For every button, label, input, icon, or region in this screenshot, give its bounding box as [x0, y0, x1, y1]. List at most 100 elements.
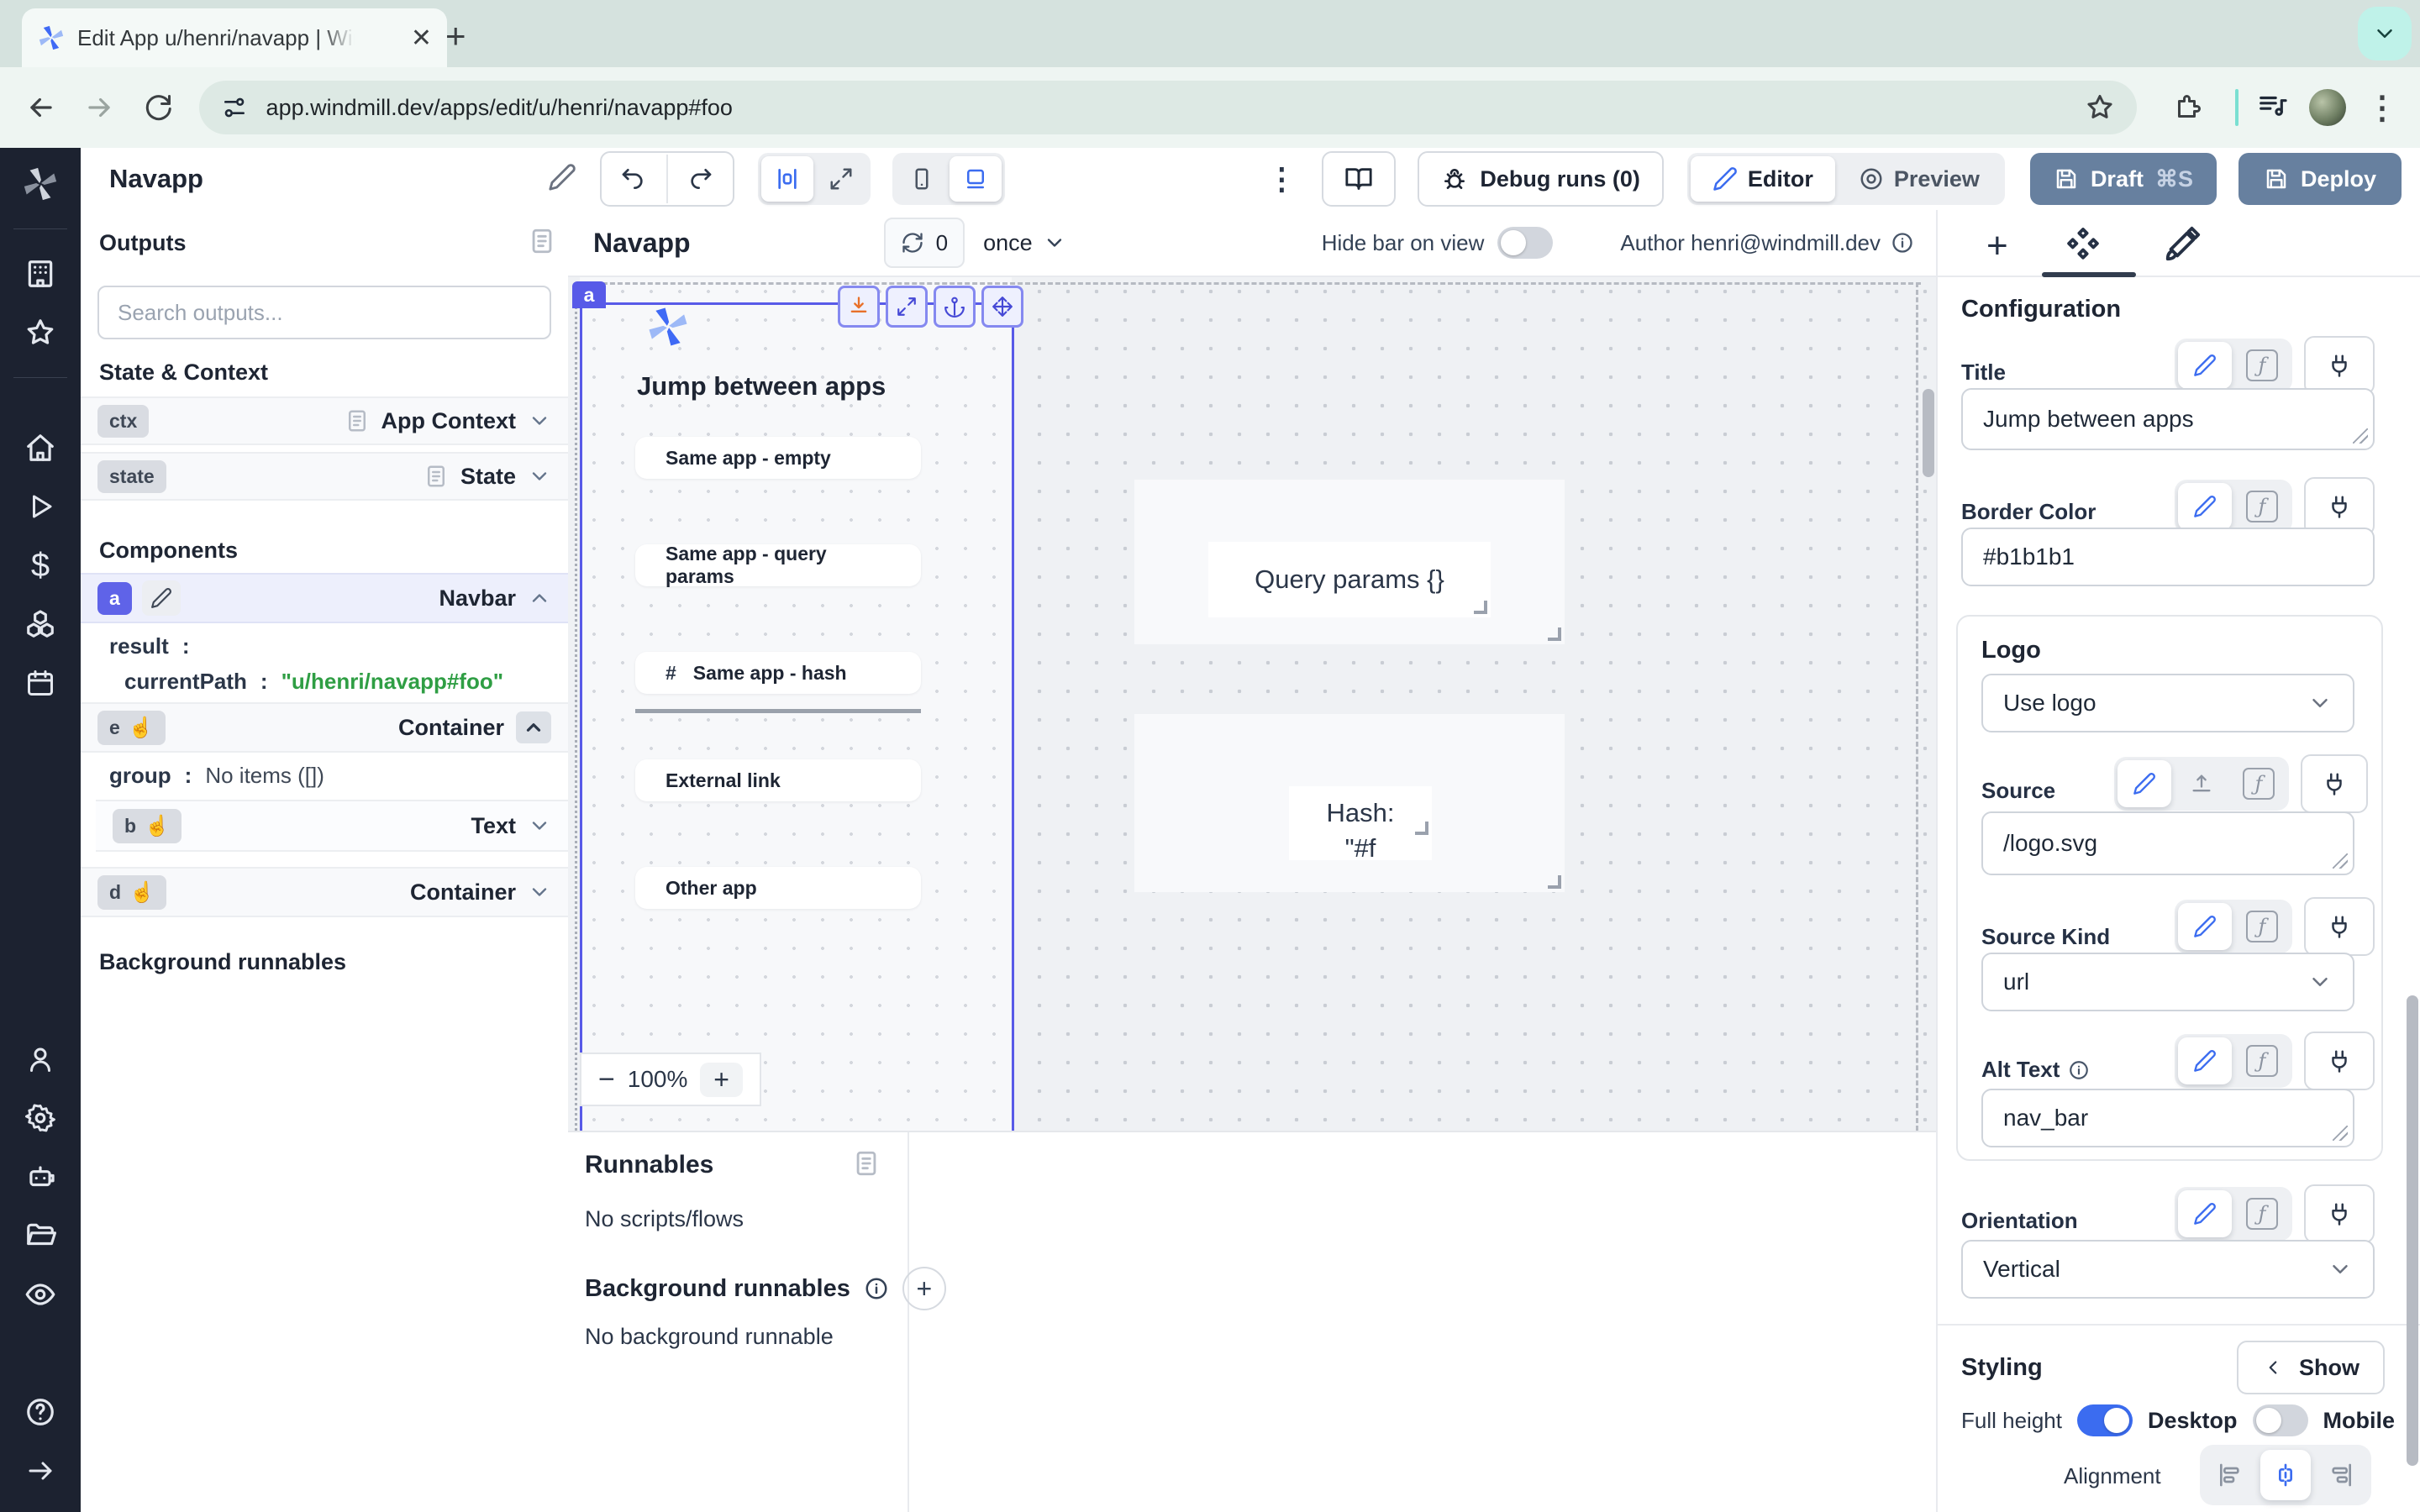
full-height-toggle[interactable]: [2077, 1404, 2133, 1436]
logs-doc-icon[interactable]: [852, 1149, 881, 1182]
docs-book-button[interactable]: [1322, 151, 1396, 207]
currentpath-row[interactable]: currentPath : "u/henri/navapp#foo": [124, 669, 503, 695]
connect-plug-icon[interactable]: [2304, 897, 2375, 956]
logo-select[interactable]: Use logo: [1981, 674, 2354, 732]
component-settings-tab-icon[interactable]: [2064, 225, 2102, 268]
expand-rail-arrow-icon[interactable]: [0, 1441, 81, 1500]
component-a-tag[interactable]: a: [572, 281, 606, 308]
fx-expression-icon[interactable]: ƒ: [2232, 760, 2286, 807]
desktop-view-icon[interactable]: [950, 156, 1002, 202]
home-icon[interactable]: [0, 418, 81, 477]
fullscreen-handle-icon[interactable]: [886, 286, 928, 328]
mobile-view-icon[interactable]: [896, 156, 948, 202]
doc-icon[interactable]: [424, 464, 449, 489]
anchor-handle-icon[interactable]: [934, 286, 976, 328]
folders-icon[interactable]: [0, 1206, 81, 1265]
nav-item-other-app[interactable]: Other app: [635, 867, 921, 909]
audit-eye-icon[interactable]: [0, 1265, 81, 1324]
hand-pointer-icon[interactable]: ☝: [129, 880, 155, 905]
hash-text-component[interactable]: Hash: "#f: [1289, 786, 1432, 860]
extensions-icon[interactable]: [2159, 92, 2217, 123]
connect-plug-icon[interactable]: [2304, 1184, 2375, 1243]
app-canvas[interactable]: a Jump between apps Same app - empty Sam…: [568, 277, 1936, 1131]
hash-container[interactable]: Hash: "#f: [1134, 714, 1565, 892]
schedules-calendar-icon[interactable]: [0, 654, 81, 712]
deploy-button[interactable]: Deploy: [2238, 153, 2402, 205]
static-pencil-icon[interactable]: [2178, 342, 2232, 389]
site-settings-icon[interactable]: [221, 94, 248, 121]
logs-doc-icon[interactable]: [528, 227, 556, 260]
component-row-navbar[interactable]: a Navbar: [81, 573, 568, 623]
tab-close-icon[interactable]: ✕: [411, 24, 432, 53]
nav-item-external-link[interactable]: External link: [635, 759, 921, 801]
connect-plug-icon[interactable]: [2304, 336, 2375, 395]
debug-runs-button[interactable]: Debug runs (0): [1418, 151, 1664, 207]
undo-icon[interactable]: [602, 165, 666, 192]
fx-expression-icon[interactable]: ƒ: [2235, 483, 2289, 530]
border-color-input[interactable]: #b1b1b1: [1961, 528, 2375, 586]
group-row[interactable]: group : No items ([]): [109, 763, 324, 789]
tab-editor[interactable]: Editor: [1691, 156, 1835, 202]
static-pencil-icon[interactable]: [2178, 483, 2232, 530]
static-pencil-icon[interactable]: [2178, 1190, 2232, 1237]
info-icon[interactable]: [2068, 1059, 2090, 1081]
insert-component-tab-plus-icon[interactable]: +: [1986, 225, 2008, 267]
center-panel-icon[interactable]: [761, 156, 813, 202]
bookmark-star-icon[interactable]: [2085, 92, 2115, 123]
runs-icon[interactable]: [0, 477, 81, 536]
new-tab-button[interactable]: +: [445, 18, 466, 54]
media-controls-icon[interactable]: [2257, 90, 2289, 126]
info-icon[interactable]: [1891, 231, 1914, 255]
chevron-down-icon[interactable]: [528, 465, 551, 488]
help-icon[interactable]: [0, 1383, 81, 1441]
rename-pencil-icon[interactable]: [548, 163, 576, 196]
upload-icon[interactable]: [2175, 760, 2228, 807]
hand-pointer-icon[interactable]: ☝: [129, 716, 154, 740]
chevron-down-icon[interactable]: [528, 409, 551, 433]
connect-plug-icon[interactable]: [2301, 754, 2368, 813]
tab-search-chevron-icon[interactable]: [2358, 7, 2412, 60]
variables-icon[interactable]: $: [0, 536, 81, 595]
settings-gear-icon[interactable]: [0, 1089, 81, 1147]
collapse-button[interactable]: [516, 711, 551, 743]
nav-item-same-app-hash[interactable]: # Same app - hash: [635, 652, 921, 694]
connect-plug-icon[interactable]: [2304, 1032, 2375, 1090]
move-handle-icon[interactable]: [981, 286, 1023, 328]
settings-scrollbar[interactable]: [2407, 995, 2418, 1466]
refresh-count-button[interactable]: 0: [884, 218, 965, 268]
query-params-container[interactable]: Query params {}: [1134, 480, 1565, 644]
alt-text-input[interactable]: nav_bar: [1981, 1089, 2354, 1147]
static-pencil-icon[interactable]: [2118, 760, 2171, 807]
orientation-select[interactable]: Vertical: [1961, 1240, 2375, 1299]
chevron-down-icon[interactable]: [528, 814, 551, 837]
align-center-icon[interactable]: [2260, 1450, 2311, 1500]
output-row-ctx[interactable]: ctx App Context: [81, 396, 568, 445]
zoom-in-button[interactable]: +: [700, 1063, 743, 1097]
avatar[interactable]: [2309, 89, 2346, 126]
chevron-down-icon[interactable]: [528, 880, 551, 904]
more-options-kebab-icon[interactable]: ⋮: [1266, 161, 1297, 197]
static-pencil-icon[interactable]: [2178, 903, 2232, 950]
browser-menu-icon[interactable]: ⋮: [2366, 89, 2398, 127]
edit-id-pencil-icon[interactable]: [142, 580, 181, 616]
query-params-text-component[interactable]: Query params {}: [1208, 542, 1491, 617]
nav-item-same-app-query-params[interactable]: Same app - query params: [635, 544, 921, 586]
redo-icon[interactable]: [668, 165, 733, 192]
favorites-star-icon[interactable]: [0, 303, 81, 362]
url-field[interactable]: app.windmill.dev/apps/edit/u/henri/navap…: [199, 81, 2137, 134]
canvas-scrollbar[interactable]: [1923, 389, 1934, 477]
resources-icon[interactable]: [0, 595, 81, 654]
styling-tab-brush-icon[interactable]: [2163, 225, 2202, 268]
reload-icon[interactable]: [129, 92, 187, 123]
expand-down-handle-icon[interactable]: [838, 286, 880, 328]
source-input[interactable]: /logo.svg: [1981, 811, 2354, 875]
zoom-out-button[interactable]: −: [598, 1063, 615, 1096]
doc-icon[interactable]: [345, 408, 370, 433]
add-background-runnable-button[interactable]: +: [902, 1267, 946, 1310]
result-row[interactable]: result :: [109, 633, 189, 659]
windmill-logo-icon[interactable]: [0, 155, 81, 213]
title-input[interactable]: Jump between apps: [1961, 388, 2375, 450]
browser-tab[interactable]: Edit App u/henri/navapp | Win ✕: [22, 8, 447, 67]
workers-robot-icon[interactable]: [0, 1147, 81, 1206]
fullscreen-icon[interactable]: [815, 156, 867, 202]
